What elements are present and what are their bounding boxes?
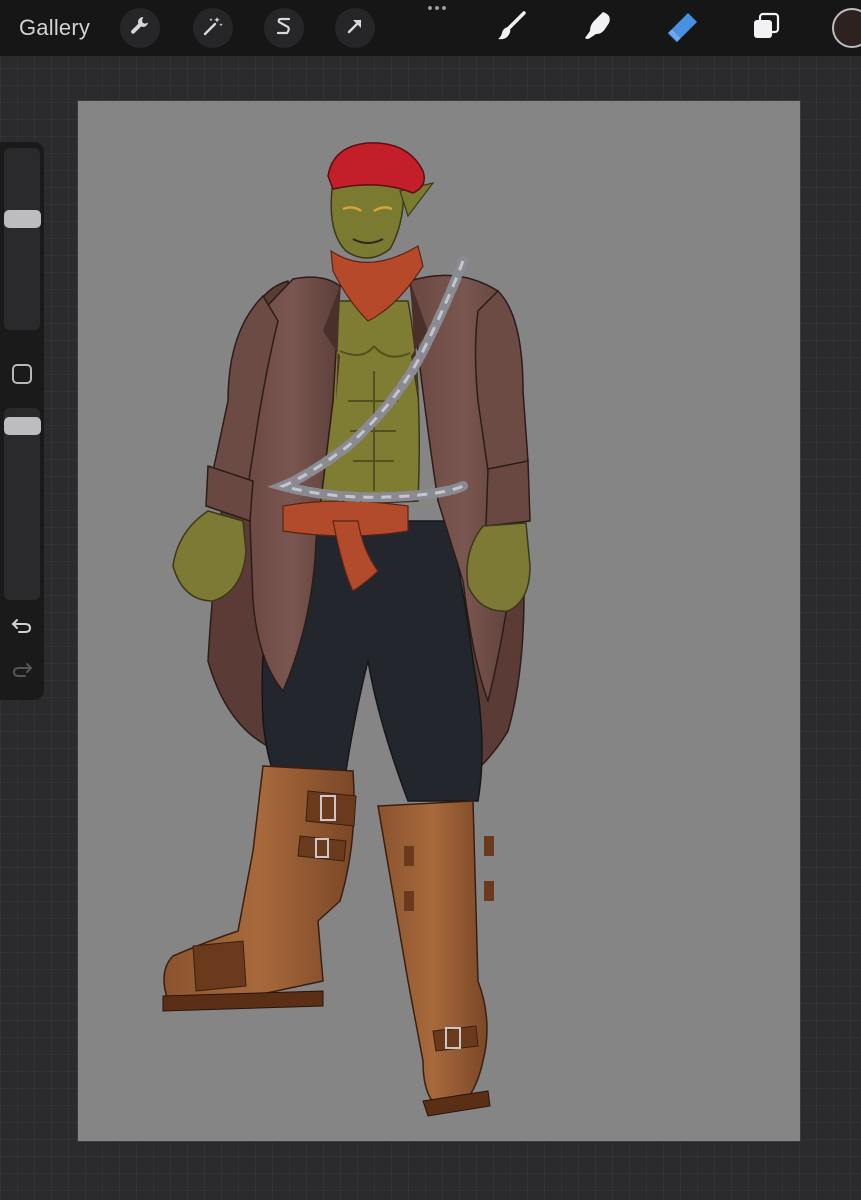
drawing-canvas[interactable] — [78, 101, 800, 1141]
smudge-tool[interactable] — [580, 10, 616, 46]
magic-wand-icon — [201, 14, 225, 43]
eraser-tool[interactable] — [664, 10, 700, 46]
selection-s-icon — [272, 14, 296, 43]
color-swatch[interactable] — [832, 8, 861, 48]
smudge-icon — [581, 9, 615, 48]
eraser-icon — [664, 9, 700, 48]
undo-icon — [11, 616, 33, 641]
transform-button[interactable] — [335, 8, 375, 48]
wrench-icon — [128, 14, 152, 43]
arrow-cursor-icon — [343, 14, 367, 43]
character-illustration — [162, 142, 531, 1117]
selection-button[interactable] — [264, 8, 304, 48]
redo-icon — [11, 660, 33, 685]
top-toolbar: Gallery — [0, 0, 861, 56]
more-dots-icon[interactable] — [428, 6, 446, 10]
left-sidebar — [0, 142, 44, 700]
adjustments-button[interactable] — [193, 8, 233, 48]
layers-icon — [749, 9, 783, 48]
layers-tool[interactable] — [748, 10, 784, 46]
opacity-thumb[interactable] — [4, 416, 41, 435]
brush-tool[interactable] — [494, 10, 530, 46]
square-modifier-icon[interactable] — [12, 364, 32, 384]
brush-icon — [495, 9, 529, 48]
gallery-button[interactable]: Gallery — [19, 15, 90, 41]
opacity-slider[interactable] — [4, 408, 40, 600]
undo-button[interactable] — [8, 616, 36, 640]
redo-button[interactable] — [8, 660, 36, 684]
actions-button[interactable] — [120, 8, 160, 48]
brush-size-thumb[interactable] — [4, 210, 41, 229]
brush-size-slider[interactable] — [4, 148, 40, 330]
